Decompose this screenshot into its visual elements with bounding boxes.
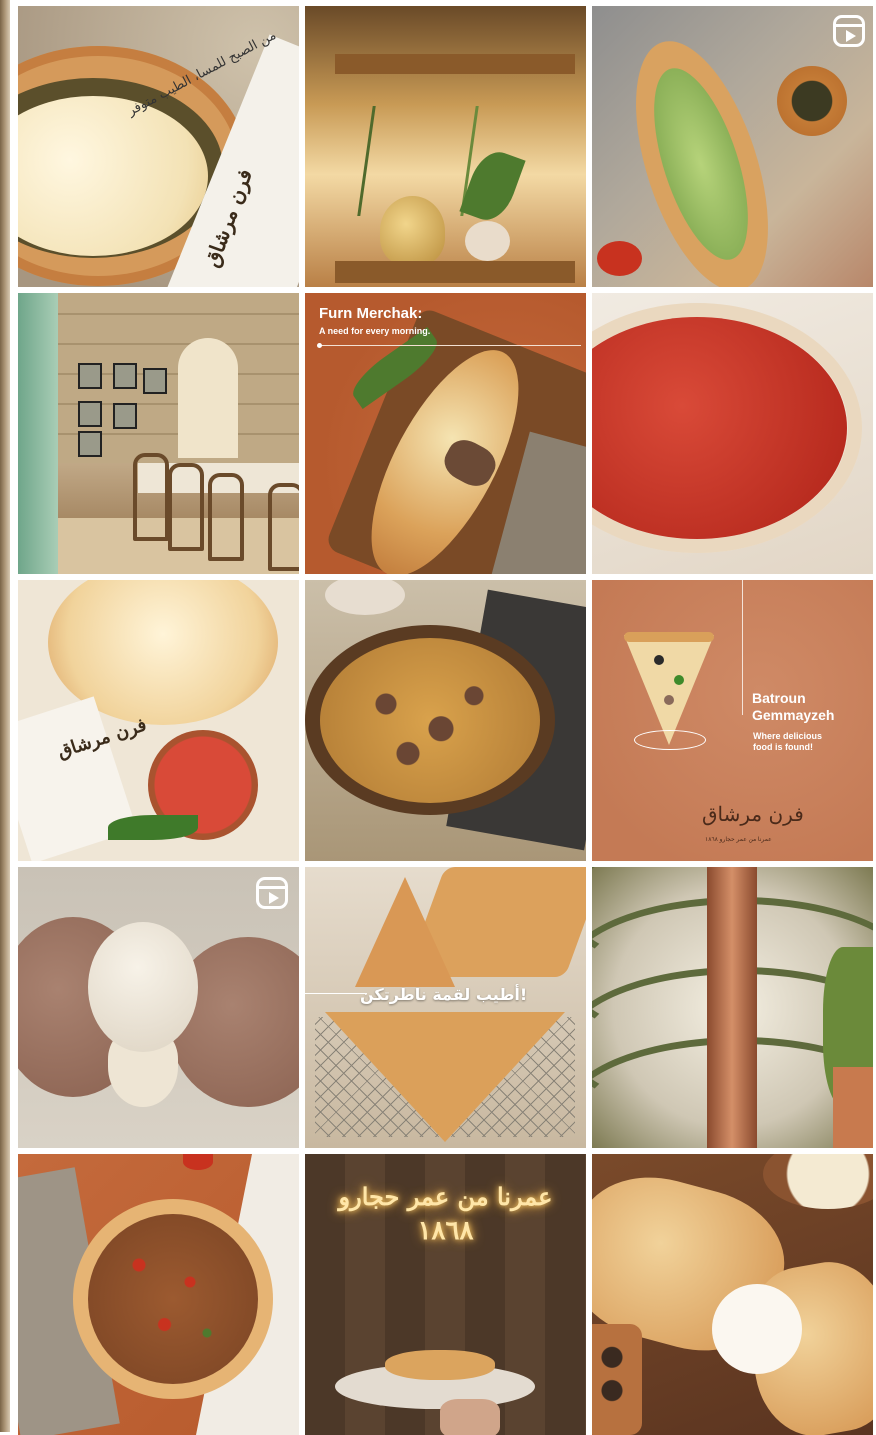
dough-ball [88, 922, 198, 1052]
pizza-crust [624, 632, 714, 642]
shelf-bottom [335, 261, 575, 283]
divider-line [319, 345, 581, 346]
tomato-slice [597, 241, 642, 276]
arched-niche [178, 338, 238, 458]
post-tile[interactable] [592, 293, 873, 574]
location-batroun: Batroun [752, 690, 806, 706]
post-tile[interactable]: من الصبح للمسا، الطيب متوفر فرن مرشاق [18, 6, 299, 287]
wall-picture [113, 403, 137, 429]
post-tile[interactable] [18, 1154, 299, 1435]
cheese-filling [712, 1284, 802, 1374]
chair [268, 483, 299, 571]
post-subtitle: A need for every morning. [319, 326, 431, 336]
lahm-bi-ajin-topping [88, 1214, 258, 1384]
brand-logo-text: فرن مرشاق [702, 802, 804, 826]
olive [654, 655, 664, 665]
wrap-sandwich [385, 1350, 495, 1380]
location-gemmayzeh: Gemmayzeh [752, 707, 835, 723]
fatayer [355, 877, 455, 987]
tomato [183, 1154, 213, 1170]
wall-picture [78, 401, 102, 427]
post-tile[interactable]: عمرنا من عمر حجارو ١٨٦٨ [305, 1154, 586, 1435]
ceramic-cup [465, 221, 510, 261]
pedestal-ring [634, 730, 706, 750]
neon-sign-year: ١٨٦٨ [417, 1216, 474, 1246]
post-tile[interactable] [305, 6, 586, 287]
shelf-top [335, 54, 575, 74]
reel-icon [256, 877, 288, 909]
reel-icon [833, 15, 865, 47]
post-tile[interactable] [305, 580, 586, 861]
hand [440, 1399, 500, 1435]
post-title: Furn Merchak: [319, 305, 423, 322]
leaf [108, 815, 198, 840]
tagline-line-1: Where delicious [753, 731, 823, 741]
post-tile[interactable] [592, 6, 873, 287]
olive-bowl [592, 1324, 642, 1435]
meat-and-egg [320, 638, 540, 803]
post-tile[interactable]: فرن مرشاق [18, 580, 299, 861]
pepper [674, 675, 684, 685]
glass-vase [380, 196, 445, 266]
tagline-line-2: food is found! [753, 742, 813, 752]
chair [208, 473, 244, 561]
divider-dot [317, 343, 322, 348]
olive-bowl [777, 66, 847, 136]
dip-bowl [763, 1154, 873, 1209]
glass-door [18, 293, 58, 574]
copper-chimney [707, 867, 757, 1148]
divider-line [305, 993, 367, 994]
post-tile[interactable] [592, 867, 873, 1148]
post-tile[interactable]: Furn Merchak: A need for every morning. [305, 293, 586, 574]
wall-picture [78, 431, 102, 457]
left-frame-edge [0, 0, 10, 1432]
chair [168, 463, 204, 551]
wall-picture [78, 363, 102, 389]
mushroom [664, 695, 674, 705]
wall-picture [113, 363, 137, 389]
post-tile[interactable] [18, 293, 299, 574]
neon-sign-line-1: عمرنا من عمر حجارو [338, 1182, 553, 1211]
post-tile[interactable] [18, 867, 299, 1148]
post-tile[interactable]: أطيب لقمة ناطرتكن! [305, 867, 586, 1148]
wall-picture [143, 368, 167, 394]
post-tile[interactable]: Batroun Gemmayzeh Where delicious food i… [592, 580, 873, 861]
clay-pot [833, 1067, 873, 1148]
fatayer [325, 1012, 565, 1142]
arabic-banner: أطيب لقمة ناطرتكن! [360, 985, 528, 1004]
logo-subtitle: عمرنا من عمر حجارو ١٨٦٨ [705, 837, 772, 843]
divider-line [742, 580, 743, 715]
chair [133, 453, 169, 541]
pizza-slice [624, 635, 714, 745]
post-grid: من الصبح للمسا، الطيب متوفر فرن مرشاق Fu… [18, 6, 874, 1435]
post-tile[interactable] [592, 1154, 873, 1435]
egg-carton [325, 580, 405, 615]
